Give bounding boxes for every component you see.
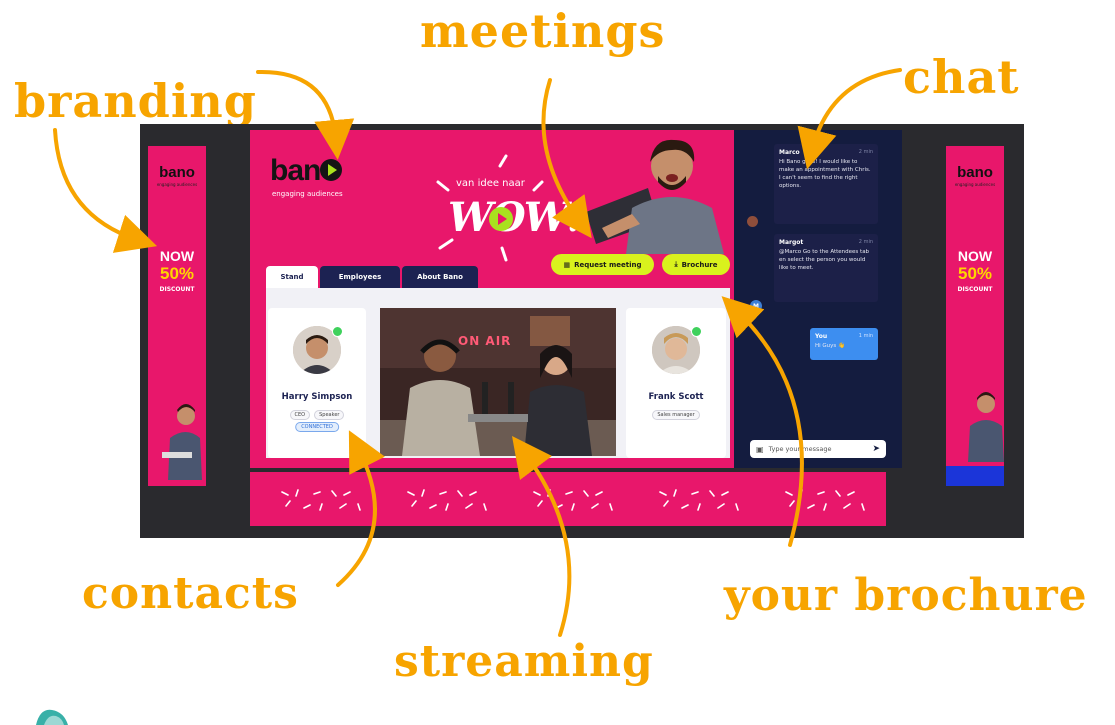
corner-logo-icon <box>36 709 68 725</box>
arrow-streaming <box>512 435 572 637</box>
annotation-arrows <box>53 68 902 637</box>
arrow-your-brochure <box>721 296 804 547</box>
arrow-branding-logo <box>256 69 355 160</box>
arrow-contacts <box>336 430 385 587</box>
arrow-branding <box>53 128 158 253</box>
arrow-meetings <box>541 78 592 239</box>
arrow-chat <box>797 68 902 170</box>
